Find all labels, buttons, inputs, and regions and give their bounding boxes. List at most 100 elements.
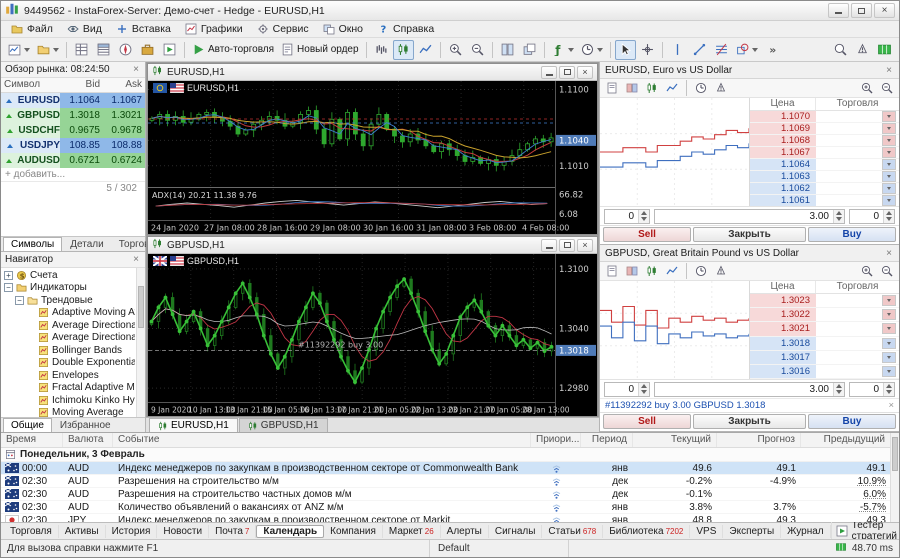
timeframes-button[interactable]: [692, 263, 710, 279]
menu-Файл[interactable]: Файл: [4, 22, 60, 36]
dom-close-icon[interactable]: ×: [884, 248, 894, 259]
tile-windows-button[interactable]: [497, 40, 518, 60]
alerts-button[interactable]: [712, 263, 730, 279]
minimize-button[interactable]: [828, 3, 849, 18]
market-watch-add[interactable]: + добавить...: [1, 168, 145, 181]
spin-down-icon[interactable]: [836, 390, 842, 394]
new-chart-button[interactable]: [5, 40, 33, 60]
navigator-item-Трендовые[interactable]: −Трендовые: [1, 294, 135, 307]
dom-chart-area[interactable]: [600, 98, 750, 206]
new-order-button[interactable]: Новый ордер: [278, 40, 362, 60]
dom-close-icon[interactable]: ×: [884, 65, 894, 76]
toolbox-tab-Календарь[interactable]: Календарь: [256, 525, 324, 538]
spin-up-icon[interactable]: [836, 211, 842, 215]
sell-button[interactable]: Sell: [603, 227, 691, 242]
calendar-column-Текущий[interactable]: Текущий: [633, 433, 717, 447]
navigator-scrollbar[interactable]: [136, 268, 145, 417]
ladder-row[interactable]: 1.3022: [750, 308, 899, 322]
navigator-item-Moving Average[interactable]: Moving Average: [1, 407, 135, 418]
dom-depth-button[interactable]: [623, 263, 641, 279]
trade-dropdown[interactable]: [882, 183, 896, 194]
market-watch-row-EURUSD[interactable]: EURUSD1.10641.1067: [1, 93, 145, 108]
toolbox-button[interactable]: [137, 40, 158, 60]
more-tools-button[interactable]: »: [762, 40, 783, 60]
cursor-button[interactable]: [615, 40, 636, 60]
buy-button[interactable]: Buy: [808, 414, 896, 429]
trade-dropdown[interactable]: [882, 195, 896, 206]
line-chart-button[interactable]: [415, 40, 436, 60]
market-watch-row-AUDUSD[interactable]: AUDUSD0.67210.6724: [1, 153, 145, 168]
trade-dropdown[interactable]: [882, 323, 896, 334]
market-watch-tab-Символы[interactable]: Символы: [3, 237, 62, 251]
chart-window-titlebar-gbpusd[interactable]: GBPUSD,H1 ×: [148, 237, 597, 254]
chart-close-button[interactable]: ×: [577, 239, 593, 252]
toolbox-tab-Библиотека[interactable]: Библиотека7202: [603, 525, 690, 538]
toolbox-tab-Эксперты[interactable]: Эксперты: [723, 525, 781, 538]
navigator-item-Fractal Adaptive Moving Average[interactable]: Fractal Adaptive Moving Average: [1, 382, 135, 395]
toolbox-tab-Новости[interactable]: Новости: [157, 525, 209, 538]
dom-chart-area[interactable]: [600, 281, 750, 379]
trade-dropdown[interactable]: [882, 352, 896, 363]
profiles-button[interactable]: [34, 40, 62, 60]
indicators-button[interactable]: ƒ: [549, 40, 577, 60]
alerts-button[interactable]: [852, 40, 873, 60]
zoom-in-button[interactable]: [445, 40, 466, 60]
dom-order-button[interactable]: [603, 80, 621, 96]
toolbox-tab-Торговля[interactable]: Торговля: [4, 525, 59, 538]
line-chart-button[interactable]: [663, 263, 681, 279]
data-window-button[interactable]: [93, 40, 114, 60]
zoom-out-button[interactable]: [878, 80, 896, 96]
sell-button[interactable]: Sell: [603, 414, 691, 429]
navigator-item-Envelopes[interactable]: Envelopes: [1, 369, 135, 382]
calendar-column-Время[interactable]: Время: [1, 433, 63, 447]
calendar-column-Валюта[interactable]: Валюта: [63, 433, 113, 447]
calendar-group-row[interactable]: Понедельник, 3 Февраль: [1, 448, 899, 462]
candles-chart-button[interactable]: [393, 40, 414, 60]
market-watch-close-icon[interactable]: ×: [131, 64, 141, 75]
navigator-tab-Общие[interactable]: Общие: [3, 418, 52, 432]
close-position-button[interactable]: Закрыть: [693, 414, 806, 429]
close-button[interactable]: ×: [874, 3, 895, 18]
line-chart-button[interactable]: [663, 80, 681, 96]
spin-down-icon[interactable]: [886, 390, 892, 394]
chart-tab-EURUSD,H1[interactable]: EURUSD,H1: [149, 418, 238, 432]
ladder-row[interactable]: 1.1067: [750, 147, 899, 159]
menu-Сервис[interactable]: Сервис: [250, 22, 316, 36]
navigator-item-Счета[interactable]: +$Счета: [1, 269, 135, 282]
calendar-row[interactable]: 02:30AUDКоличество объявлений о вакансия…: [1, 501, 899, 514]
ladder-row[interactable]: 1.1062: [750, 183, 899, 195]
calendar-row[interactable]: 02:30AUDРазрешения на строительство част…: [1, 488, 899, 501]
buy-button[interactable]: Buy: [808, 227, 896, 242]
statusbar-profile[interactable]: Default: [429, 540, 569, 557]
ladder-row[interactable]: 1.1064: [750, 159, 899, 171]
toolbox-tab-Статьи[interactable]: Статьи678: [542, 525, 603, 538]
vertical-line-button[interactable]: [667, 40, 688, 60]
volume-spinner[interactable]: 3.00: [654, 382, 845, 397]
menu-Вставка[interactable]: Вставка: [109, 22, 178, 36]
trade-dropdown[interactable]: [882, 135, 896, 146]
calendar-scrollbar[interactable]: [890, 433, 899, 522]
trade-dropdown[interactable]: [882, 147, 896, 158]
spin-up-icon[interactable]: [641, 211, 647, 215]
toolbox-tab-Почта[interactable]: Почта7: [209, 525, 256, 538]
navigator-item-Average Directional Movement Index Wilder[interactable]: Average Directional Movement Index Wilde…: [1, 332, 135, 345]
cascade-windows-button[interactable]: [519, 40, 540, 60]
navigator-tab-Избранное[interactable]: Избранное: [53, 419, 118, 432]
toolbox-tab-История[interactable]: История: [106, 525, 158, 538]
market-watch-row-GBPUSD[interactable]: GBPUSD1.30181.3021: [1, 108, 145, 123]
ladder-row[interactable]: 1.1068: [750, 135, 899, 147]
spin-up-icon[interactable]: [641, 384, 647, 388]
timeframes-button[interactable]: [578, 40, 606, 60]
ladder-row[interactable]: 1.3017: [750, 351, 899, 365]
dom-order-button[interactable]: [603, 263, 621, 279]
ladder-row[interactable]: 1.1063: [750, 171, 899, 183]
calendar-column-Событие[interactable]: Событие: [113, 433, 531, 447]
chart-tab-GBPUSD,H1[interactable]: GBPUSD,H1: [239, 418, 328, 432]
ladder-row[interactable]: 1.3016: [750, 365, 899, 379]
ladder-row[interactable]: 1.1069: [750, 123, 899, 135]
ladder-row[interactable]: 1.3018: [750, 337, 899, 351]
chart-restore-button[interactable]: [559, 239, 575, 252]
chart-minimize-button[interactable]: [541, 66, 557, 79]
zoom-out-button[interactable]: [467, 40, 488, 60]
tester-button[interactable]: [159, 40, 180, 60]
